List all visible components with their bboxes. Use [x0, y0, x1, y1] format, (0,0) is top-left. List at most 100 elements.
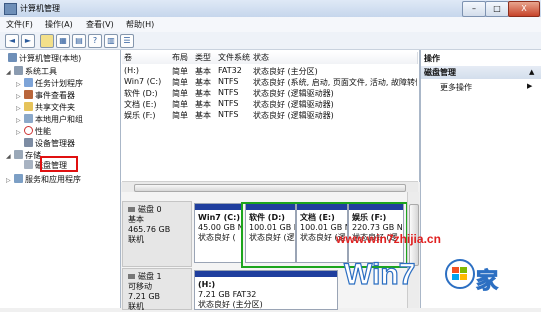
expand-icon[interactable]: ▷	[6, 177, 14, 184]
expand-icon[interactable]: ▷	[16, 81, 24, 88]
volume-name: (H:)	[124, 66, 139, 75]
volume-name: 娱乐 (F:)	[124, 111, 156, 120]
disk-0-status: 联机	[128, 235, 144, 244]
window-title: 计算机管理	[20, 4, 60, 13]
collapse-icon[interactable]: ◢	[6, 153, 14, 160]
expand-icon[interactable]: ▷	[16, 93, 24, 100]
volume-status: 状态良好 (系统, 启动, 页面文件, 活动, 故障转储, 主分区)	[253, 78, 417, 87]
show-hide-tree-icon[interactable]: ▦	[56, 34, 70, 48]
tree-item-task-scheduler[interactable]: ▷ 任务计划程序	[16, 78, 83, 90]
volume-type: 基本	[195, 78, 211, 87]
volume-filesystem: FAT32	[218, 66, 242, 75]
maximize-button[interactable]: □	[485, 1, 509, 17]
volume-type: 基本	[195, 67, 211, 76]
tree-item-event-viewer[interactable]: ▷ 事件查看器	[16, 90, 75, 102]
table-row[interactable]: (H:) 简单 基本 FAT32 状态良好 (主分区)	[122, 66, 418, 77]
watermark-logo: Win7 家	[343, 257, 499, 294]
volume-type: 基本	[195, 89, 211, 98]
volume-filesystem: NTFS	[218, 110, 239, 119]
volume-status: 状态良好 (主分区)	[253, 67, 318, 76]
tree-item-performance[interactable]: ▷ 性能	[16, 126, 51, 138]
forward-icon[interactable]: ►	[21, 34, 35, 48]
storage-icon	[14, 150, 23, 159]
partition-name: Win7 (C:)	[198, 213, 240, 222]
disk-management-icon	[24, 160, 33, 169]
tree-item-services-apps[interactable]: ▷ 服务和应用程序	[6, 174, 81, 186]
watermark-logo-text: Win7	[344, 258, 415, 291]
shared-folder-icon	[24, 102, 33, 111]
tree-item-system-tools[interactable]: ◢ 系统工具	[6, 66, 57, 78]
expand-icon[interactable]: ▷	[16, 129, 24, 136]
table-row[interactable]: 娱乐 (F:) 简单 基本 NTFS 状态良好 (逻辑驱动器)	[122, 110, 418, 121]
watermark-url: www.win7zhijia.cn	[336, 232, 441, 246]
partition-name: (H:)	[198, 280, 216, 289]
menu-bar	[0, 17, 541, 33]
expand-icon[interactable]: ▷	[16, 117, 24, 124]
disk-1-info[interactable]: 磁盘 1 可移动 7.21 GB 联机	[122, 268, 192, 311]
computer-icon	[8, 53, 17, 62]
column-header-layout[interactable]: 布局	[170, 52, 194, 64]
volume-name: 软件 (D:)	[124, 89, 158, 98]
table-row[interactable]: Win7 (C:) 简单 基本 NTFS 状态良好 (系统, 启动, 页面文件,…	[122, 77, 418, 88]
collapse-icon[interactable]: ▲	[529, 66, 534, 79]
close-button[interactable]: X	[508, 1, 540, 17]
disk-0-type: 基本	[128, 215, 144, 224]
partition-status: 状态良好 (	[198, 233, 236, 242]
tree-item-computer-management[interactable]: 计算机管理(本地)	[0, 53, 81, 65]
horizontal-scrollbar[interactable]	[122, 181, 418, 192]
volume-type: 基本	[195, 111, 211, 120]
properties-icon[interactable]: ▤	[72, 34, 86, 48]
menu-action[interactable]: 操作(A)	[45, 19, 73, 30]
table-row[interactable]: 文档 (E:) 简单 基本 NTFS 状态良好 (逻辑驱动器)	[122, 99, 418, 110]
column-header-filesystem[interactable]: 文件系统	[216, 52, 252, 64]
tree-item-device-manager[interactable]: 设备管理器	[16, 138, 75, 150]
volume-layout: 简单	[172, 78, 188, 87]
settings-icon[interactable]: ☰	[120, 34, 134, 48]
device-manager-icon	[24, 138, 33, 147]
volume-filesystem: NTFS	[218, 99, 239, 108]
volume-name: 文档 (E:)	[124, 100, 157, 109]
collapse-icon[interactable]: ◢	[6, 69, 14, 76]
actions-section-disk-management[interactable]: 磁盘管理 ▲	[421, 66, 541, 79]
tree-item-shared-folders[interactable]: ▷ 共享文件夹	[16, 102, 75, 114]
volume-status: 状态良好 (逻辑驱动器)	[253, 100, 334, 109]
help-icon[interactable]: ?	[88, 34, 102, 48]
volume-name: Win7 (C:)	[124, 77, 162, 86]
performance-icon	[24, 126, 33, 135]
more-actions-item[interactable]: 更多操作	[440, 82, 472, 93]
back-icon[interactable]: ◄	[5, 34, 19, 48]
disk-icon	[128, 207, 135, 212]
task-scheduler-icon	[24, 78, 33, 87]
partition-h[interactable]: (H:) 7.21 GB FAT32 状态良好 (主分区)	[194, 270, 338, 310]
minimize-button[interactable]: –	[462, 1, 486, 17]
view-icon[interactable]: ▥	[104, 34, 118, 48]
volume-layout: 简单	[172, 89, 188, 98]
volume-status: 状态良好 (逻辑驱动器)	[253, 111, 334, 120]
disk-1-status: 联机	[128, 302, 144, 311]
column-header-volume[interactable]: 卷	[122, 52, 171, 64]
disk-1-size: 7.21 GB	[128, 292, 161, 301]
menu-view[interactable]: 查看(V)	[86, 19, 114, 30]
volume-layout: 简单	[172, 67, 188, 76]
column-header-status[interactable]: 状态	[251, 52, 418, 64]
table-row[interactable]: 软件 (D:) 简单 基本 NTFS 状态良好 (逻辑驱动器)	[122, 88, 418, 99]
services-icon	[14, 174, 23, 183]
event-viewer-icon	[24, 90, 33, 99]
disk-0-title: 磁盘 0	[128, 205, 191, 215]
actions-section-label: 磁盘管理	[424, 68, 456, 77]
partition-size: 45.00 GB N	[198, 223, 241, 232]
up-folder-icon[interactable]	[40, 34, 54, 48]
column-header-type[interactable]: 类型	[193, 52, 217, 64]
tree-item-local-users[interactable]: ▷ 本地用户和组	[16, 114, 83, 126]
disk-0-info[interactable]: 磁盘 0 基本 465.76 GB 联机	[122, 201, 192, 267]
actions-header: 操作	[421, 52, 541, 65]
volume-layout: 简单	[172, 111, 188, 120]
expand-icon[interactable]: ▷	[16, 105, 24, 112]
partition-status: 状态良好 (主分区)	[198, 300, 263, 309]
partition-c[interactable]: Win7 (C:) 45.00 GB N 状态良好 (	[194, 203, 242, 263]
partition-size: 7.21 GB FAT32	[198, 290, 257, 299]
menu-file[interactable]: 文件(F)	[6, 19, 33, 30]
volume-type: 基本	[195, 100, 211, 109]
menu-help[interactable]: 帮助(H)	[126, 19, 154, 30]
scrollbar-thumb[interactable]	[134, 184, 406, 192]
